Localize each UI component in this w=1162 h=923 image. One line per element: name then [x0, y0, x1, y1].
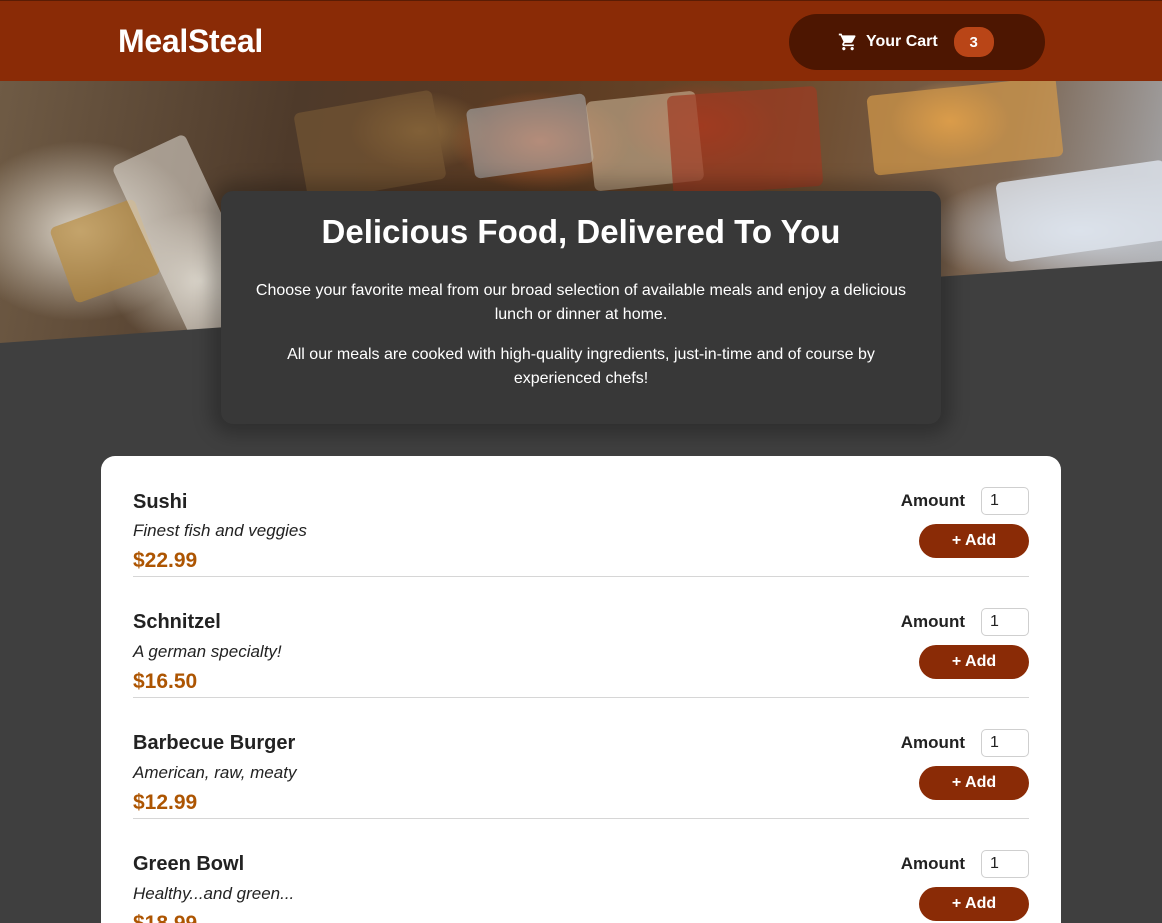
- page: MealSteal Your Cart 3 Delicious Food, De…: [0, 0, 1162, 923]
- amount-label: Amount: [900, 491, 965, 510]
- summary-title: Delicious Food, Delivered To You: [321, 213, 841, 250]
- amount-row: Amount: [901, 487, 1029, 515]
- top-header: MealSteal Your Cart 3: [0, 0, 1162, 81]
- add-button[interactable]: + Add: [919, 524, 1029, 558]
- amount-row: Amount: [901, 729, 1029, 757]
- shopping-cart-icon: [838, 32, 858, 52]
- meal-description: Finest fish and veggies: [133, 521, 307, 540]
- meal-item: Sushi Finest fish and veggies $22.99 Amo…: [133, 456, 1029, 577]
- amount-input[interactable]: [981, 729, 1029, 757]
- amount-row: Amount: [901, 608, 1029, 636]
- meal-name: Schnitzel: [133, 611, 221, 633]
- summary-card: Delicious Food, Delivered To You Choose …: [221, 191, 941, 424]
- meal-name: Barbecue Burger: [133, 732, 296, 754]
- meal-description: American, raw, meaty: [133, 763, 297, 782]
- summary-paragraph-2: All our meals are cooked with high-quali…: [287, 346, 875, 387]
- amount-label: Amount: [900, 612, 965, 631]
- cart-count-badge: 3: [953, 27, 994, 57]
- amount-row: Amount: [901, 850, 1029, 878]
- add-button[interactable]: + Add: [919, 766, 1029, 800]
- meal-name: Sushi: [133, 491, 188, 513]
- amount-label: Amount: [900, 854, 965, 873]
- meal-item: Green Bowl Healthy...and green... $18.99…: [133, 819, 1029, 923]
- meals-list: Sushi Finest fish and veggies $22.99 Amo…: [101, 456, 1061, 923]
- cart-label: Your Cart: [866, 33, 938, 50]
- meal-price: $16.50: [133, 670, 198, 693]
- add-button[interactable]: + Add: [919, 887, 1029, 921]
- amount-label: Amount: [900, 733, 965, 752]
- summary-paragraph-1: Choose your favorite meal from our broad…: [255, 282, 907, 323]
- amount-input[interactable]: [981, 487, 1029, 515]
- meal-price: $22.99: [133, 549, 198, 572]
- app-logo: MealSteal: [118, 23, 263, 59]
- meal-price: $18.99: [133, 912, 197, 923]
- cart-button[interactable]: Your Cart 3: [789, 14, 1045, 70]
- amount-input[interactable]: [981, 608, 1029, 636]
- meal-name: Green Bowl: [133, 853, 245, 875]
- meal-description: A german specialty!: [133, 642, 282, 661]
- meal-description: Healthy...and green...: [133, 884, 295, 903]
- meal-item: Schnitzel A german specialty! $16.50 Amo…: [133, 577, 1029, 698]
- amount-input[interactable]: [981, 850, 1029, 878]
- meal-item: Barbecue Burger American, raw, meaty $12…: [133, 698, 1029, 819]
- add-button[interactable]: + Add: [919, 645, 1029, 679]
- meal-price: $12.99: [133, 791, 198, 814]
